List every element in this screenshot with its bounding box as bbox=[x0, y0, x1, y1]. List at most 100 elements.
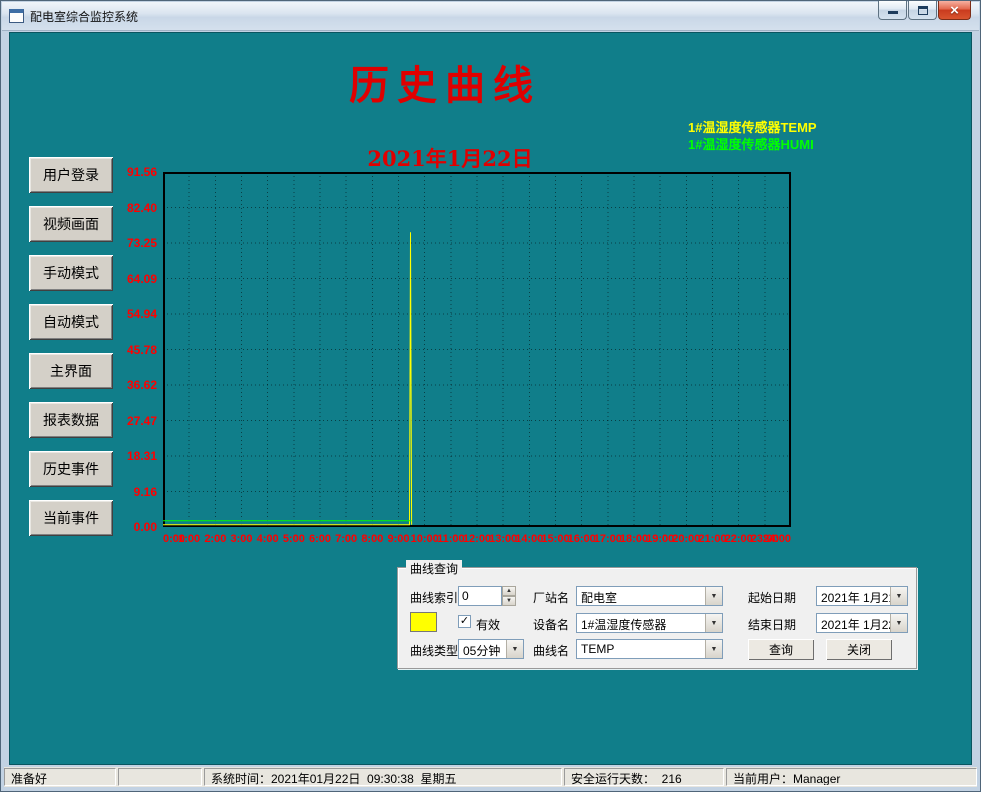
y-axis-tick: 73.25 bbox=[127, 236, 157, 250]
x-axis-tick: 10:00 bbox=[411, 533, 439, 545]
x-axis-tick: 12:00 bbox=[463, 533, 491, 545]
chevron-down-icon: ▼ bbox=[705, 640, 722, 658]
minimize-icon bbox=[888, 7, 898, 14]
y-axis-tick: 27.47 bbox=[127, 414, 157, 428]
device-select[interactable]: 1#温湿度传感器 ▼ bbox=[576, 613, 723, 633]
x-axis-tick: 3:00 bbox=[230, 533, 252, 545]
y-axis-tick: 91.56 bbox=[127, 165, 157, 179]
chevron-down-icon: ▼ bbox=[705, 587, 722, 605]
query-panel-title: 曲线查询 bbox=[406, 560, 462, 577]
x-axis-tick: 5:00 bbox=[283, 533, 305, 545]
sidebar-item-history-events[interactable]: 历史事件 bbox=[29, 451, 113, 487]
page-title: 历史曲线 bbox=[130, 53, 760, 111]
sidebar-item-current-events[interactable]: 当前事件 bbox=[29, 500, 113, 536]
chevron-down-icon: ▼ bbox=[705, 614, 722, 632]
valid-checkbox[interactable]: ✓ bbox=[458, 615, 471, 628]
main-area: 历史曲线 2021年1月22日 1#温湿度传感器TEMP 1#温湿度传感器HUM… bbox=[9, 32, 972, 765]
x-axis-tick: 21:00 bbox=[698, 533, 726, 545]
x-axis-tick: 15:00 bbox=[541, 533, 569, 545]
query-panel: 曲线查询 曲线索引 ▲ ▼ 厂站名 配电室 ▼ 起始日期 2021年 1月21日… bbox=[397, 567, 917, 669]
x-axis-tick: 24:00 bbox=[763, 533, 791, 545]
curve-name-value: TEMP bbox=[577, 640, 705, 658]
status-safe-days: 安全运行天数： 216 bbox=[564, 768, 724, 786]
window-title: 配电室综合监控系统 bbox=[30, 8, 138, 25]
sidebar-item-manual-mode[interactable]: 手动模式 bbox=[29, 255, 113, 291]
close-button[interactable]: × bbox=[938, 1, 971, 20]
start-date-value: 2021年 1月21日 bbox=[817, 587, 890, 605]
x-axis-tick: 8:00 bbox=[361, 533, 383, 545]
curve-type-select[interactable]: 05分钟 ▼ bbox=[458, 639, 524, 659]
curve-index-spinner: ▲ ▼ bbox=[502, 586, 516, 606]
maximize-button[interactable] bbox=[908, 1, 937, 20]
x-axis-tick: 17:00 bbox=[594, 533, 622, 545]
sidebar-item-auto-mode[interactable]: 自动模式 bbox=[29, 304, 113, 340]
spinner-down-button[interactable]: ▼ bbox=[502, 596, 516, 606]
x-axis-tick: 11:00 bbox=[437, 533, 465, 545]
x-axis-tick: 20:00 bbox=[672, 533, 700, 545]
sidebar-item-main-screen[interactable]: 主界面 bbox=[29, 353, 113, 389]
status-current-user: 当前用户：Manager bbox=[726, 768, 977, 786]
device-label: 设备名 bbox=[533, 616, 569, 633]
y-axis-tick: 9.16 bbox=[134, 485, 157, 499]
y-axis-labels: 91.5682.4073.2564.0954.9445.7836.6227.47… bbox=[105, 172, 157, 527]
titlebar: 配电室综合监控系统 bbox=[2, 2, 979, 31]
sidebar: 用户登录 视频画面 手动模式 自动模式 主界面 报表数据 历史事件 当前事件 bbox=[29, 157, 113, 536]
start-date-label: 起始日期 bbox=[748, 589, 796, 606]
x-axis-tick: 14:00 bbox=[515, 533, 543, 545]
x-axis-tick: 19:00 bbox=[646, 533, 674, 545]
y-axis-tick: 54.94 bbox=[127, 307, 157, 321]
curve-name-select[interactable]: TEMP ▼ bbox=[576, 639, 723, 659]
app-icon bbox=[9, 9, 24, 23]
sidebar-item-report-data[interactable]: 报表数据 bbox=[29, 402, 113, 438]
x-axis-tick: 16:00 bbox=[568, 533, 596, 545]
station-select[interactable]: 配电室 ▼ bbox=[576, 586, 723, 606]
close-panel-button[interactable]: 关闭 bbox=[826, 639, 892, 660]
x-axis-tick: 2:00 bbox=[204, 533, 226, 545]
x-axis-tick: 13:00 bbox=[489, 533, 517, 545]
curve-index-label: 曲线索引 bbox=[410, 589, 458, 606]
chart-date: 2021年1月22日 bbox=[130, 143, 770, 173]
curve-type-label: 曲线类型 bbox=[410, 642, 458, 659]
y-axis-tick: 0.00 bbox=[134, 520, 157, 534]
end-date-label: 结束日期 bbox=[748, 616, 796, 633]
y-axis-tick: 82.40 bbox=[127, 201, 157, 215]
y-axis-tick: 18.31 bbox=[127, 449, 157, 463]
legend-humi: 1#温湿度传感器HUMI bbox=[688, 136, 817, 153]
x-axis-labels: 0:001:002:003:004:005:006:007:008:009:00… bbox=[163, 533, 791, 549]
app-window: 配电室综合监控系统 × 历史曲线 2021年1月22日 1#温湿度传感器TEMP… bbox=[0, 0, 981, 792]
sidebar-item-video-screen[interactable]: 视频画面 bbox=[29, 206, 113, 242]
curve-name-label: 曲线名 bbox=[533, 642, 569, 659]
minimize-button[interactable] bbox=[878, 1, 907, 20]
checkmark-icon: ✓ bbox=[460, 615, 469, 627]
end-date-picker[interactable]: 2021年 1月22日 ▼ bbox=[816, 613, 908, 633]
query-button[interactable]: 查询 bbox=[748, 639, 814, 660]
status-system-time: 系统时间：2021年01月22日 09:30:38 星期五 bbox=[204, 768, 562, 786]
x-axis-tick: 1:00 bbox=[178, 533, 200, 545]
chevron-down-icon: ▼ bbox=[890, 587, 907, 605]
chart-plot bbox=[163, 172, 791, 527]
station-value: 配电室 bbox=[577, 587, 705, 605]
x-axis-tick: 7:00 bbox=[335, 533, 357, 545]
x-axis-tick: 4:00 bbox=[257, 533, 279, 545]
window-controls: × bbox=[878, 1, 971, 20]
chart-area bbox=[163, 172, 791, 527]
curve-color-swatch bbox=[410, 612, 437, 632]
y-axis-tick: 45.78 bbox=[127, 343, 157, 357]
close-icon: × bbox=[950, 3, 959, 18]
maximize-icon bbox=[918, 6, 928, 15]
y-axis-tick: 64.09 bbox=[127, 272, 157, 286]
station-label: 厂站名 bbox=[533, 589, 569, 606]
x-axis-tick: 22:00 bbox=[725, 533, 753, 545]
x-axis-tick: 9:00 bbox=[387, 533, 409, 545]
chart-legend: 1#温湿度传感器TEMP 1#温湿度传感器HUMI bbox=[688, 119, 817, 153]
chevron-down-icon: ▼ bbox=[890, 614, 907, 632]
sidebar-item-user-login[interactable]: 用户登录 bbox=[29, 157, 113, 193]
y-axis-tick: 36.62 bbox=[127, 378, 157, 392]
curve-index-input[interactable] bbox=[458, 586, 502, 606]
chevron-down-icon: ▼ bbox=[506, 640, 523, 658]
legend-temp: 1#温湿度传感器TEMP bbox=[688, 119, 817, 136]
x-axis-tick: 18:00 bbox=[620, 533, 648, 545]
start-date-picker[interactable]: 2021年 1月21日 ▼ bbox=[816, 586, 908, 606]
spinner-up-button[interactable]: ▲ bbox=[502, 586, 516, 596]
end-date-value: 2021年 1月22日 bbox=[817, 614, 890, 632]
